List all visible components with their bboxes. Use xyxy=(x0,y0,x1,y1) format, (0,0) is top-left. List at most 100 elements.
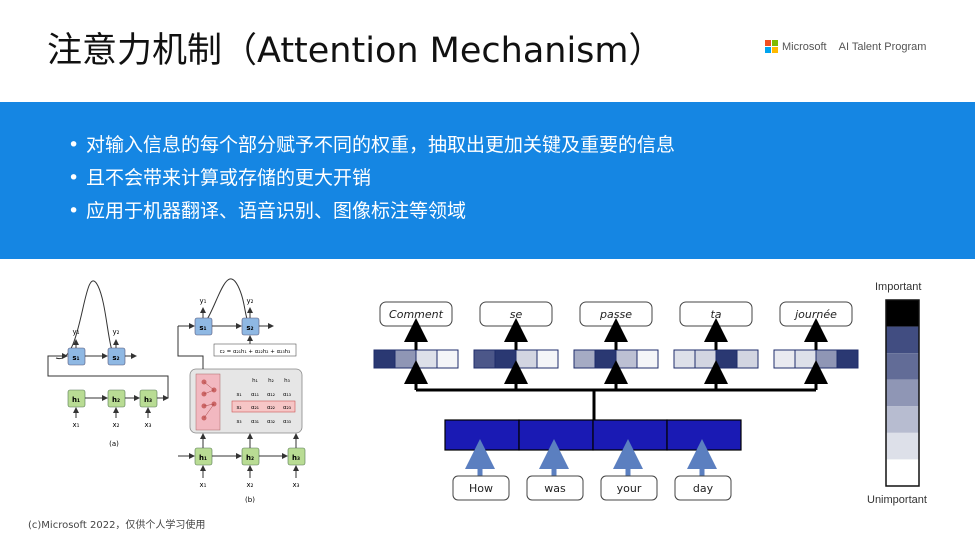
output-word: passe xyxy=(599,308,632,321)
attention-weight-cell xyxy=(773,349,796,369)
b-y2: y₂ xyxy=(247,297,254,305)
importance-scale xyxy=(885,299,920,487)
svg-text:s₃: s₃ xyxy=(236,419,241,425)
panel-b-caption: (b) xyxy=(245,496,255,504)
scale-level xyxy=(886,432,919,460)
svg-text:α₁₃: α₁₃ xyxy=(283,392,291,398)
scale-bottom-label: Unimportant xyxy=(867,494,927,506)
attention-weight-cell xyxy=(536,349,559,369)
attention-weight-cell xyxy=(515,349,538,369)
attention-weight-cell xyxy=(715,349,738,369)
svg-text:h₃: h₃ xyxy=(284,378,290,384)
page-title: 注意力机制（Attention Mechanism） xyxy=(47,31,664,71)
svg-text:α₃₁: α₃₁ xyxy=(251,419,259,425)
b-h3: h₃ xyxy=(292,454,300,462)
b-x1: x₁ xyxy=(200,481,207,489)
input-word: day xyxy=(693,482,714,495)
encoder-cell xyxy=(666,419,742,451)
scale-level xyxy=(886,353,919,380)
input-word: How xyxy=(469,482,493,495)
attention-weight-cell xyxy=(794,349,817,369)
attention-weight-cell xyxy=(836,349,859,369)
encoder-cell xyxy=(518,419,594,451)
svg-text:α₂₂: α₂₂ xyxy=(267,405,275,411)
a-x3: x₃ xyxy=(145,421,152,429)
b-s1: s₁ xyxy=(199,324,206,332)
scale-level xyxy=(886,459,919,486)
output-column: ta xyxy=(673,301,759,390)
attention-rnn-figure: s₁ s₂ y₁ y₂ h₁ h₂ h₃ x₁ x₂ x₃ (a) y₁ y₂ … xyxy=(47,278,306,504)
svg-text:s₂: s₂ xyxy=(236,405,241,411)
panel-a-caption: (a) xyxy=(109,440,119,448)
b-s2: s₂ xyxy=(246,324,253,332)
a-y2: y₂ xyxy=(113,328,120,336)
attention-weight-cell xyxy=(473,349,496,369)
svg-text:α₃₃: α₃₃ xyxy=(283,419,291,425)
attention-weight-cell xyxy=(694,349,717,369)
a-h2: h₂ xyxy=(112,396,120,404)
microsoft-grid-icon xyxy=(765,40,778,53)
encoder-cell xyxy=(592,419,668,451)
context-formula: c₂ = α₂₁h₁ + α₂₂h₂ + α₂₃h₃ xyxy=(220,349,291,355)
scale-level xyxy=(886,300,919,327)
footer-note: (c)Microsoft 2022，仅供个人学习使用 xyxy=(28,520,206,531)
a-x2: x₂ xyxy=(113,421,120,429)
attention-weight-cell xyxy=(673,349,696,369)
output-word: journée xyxy=(793,308,837,321)
output-word: ta xyxy=(710,308,721,321)
output-word: se xyxy=(510,308,523,321)
bullet-item: • 且不会带来计算或存储的更大开销 xyxy=(68,167,372,189)
svg-text:h₂: h₂ xyxy=(268,378,274,384)
svg-text:α₁₁: α₁₁ xyxy=(251,392,259,398)
a-h3: h₃ xyxy=(144,396,152,404)
output-word: Comment xyxy=(389,308,444,321)
svg-text:α₃₂: α₃₂ xyxy=(267,419,275,425)
scale-level xyxy=(886,379,919,407)
output-column: passe xyxy=(573,301,659,390)
scale-level xyxy=(886,326,919,354)
panel-b: y₁ y₂ s₁ s₂ c₂ = α₂₁h₁ + α₂₂h₂ + α₂₃h₃ h… xyxy=(177,278,306,504)
attention-weight-cell xyxy=(615,349,638,369)
a-h1: h₁ xyxy=(72,396,80,404)
b-x3: x₃ xyxy=(293,481,300,489)
b-y1: y₁ xyxy=(200,297,207,305)
microsoft-logo: Microsoft AI Talent Program xyxy=(765,40,926,53)
bullet-item: • 应用于机器翻译、语音识别、图像标注等领域 xyxy=(68,200,467,222)
b-x2: x₂ xyxy=(247,481,254,489)
panel-a: s₁ s₂ y₁ y₂ h₁ h₂ h₃ x₁ x₂ x₃ (a) xyxy=(47,280,169,448)
scale-level xyxy=(886,406,919,433)
scale-top-label: Important xyxy=(875,281,922,293)
a-y1: y₁ xyxy=(73,328,80,336)
a-s1: s₁ xyxy=(72,354,79,362)
a-s2: s₂ xyxy=(112,354,119,362)
a-x1: x₁ xyxy=(73,421,80,429)
bullet-list: • 对输入信息的每个部分赋予不同的权重，抽取出更加关键及重要的信息 • 且不会带来计… xyxy=(68,130,675,229)
attention-weight-cell xyxy=(394,349,417,369)
svg-text:α₂₃: α₂₃ xyxy=(283,405,291,411)
output-column: Comment xyxy=(373,301,459,390)
attention-weight-cell xyxy=(373,349,396,369)
logo-brand: Microsoft xyxy=(782,40,827,53)
b-h2: h₂ xyxy=(246,454,254,462)
attention-weight-cell xyxy=(594,349,617,369)
svg-text:α₂₁: α₂₁ xyxy=(251,405,259,411)
output-column: journée xyxy=(773,301,859,390)
attention-weight-cell xyxy=(494,349,517,369)
input-word: your xyxy=(617,482,642,495)
attention-weight-cell xyxy=(736,349,759,369)
attention-weight-cell xyxy=(436,349,459,369)
attention-weight-cell xyxy=(573,349,596,369)
svg-text:h₁: h₁ xyxy=(252,378,258,384)
encoder-cell xyxy=(444,419,520,451)
attention-weight-cell xyxy=(636,349,659,369)
attention-weight-cell xyxy=(815,349,838,369)
svg-text:s₁: s₁ xyxy=(236,392,241,398)
input-word: was xyxy=(544,482,566,495)
translation-attention-diagram: Comment se passe ta journée How was your day xyxy=(373,301,859,501)
logo-program: AI Talent Program xyxy=(838,40,927,53)
bullet-item: • 对输入信息的每个部分赋予不同的权重，抽取出更加关键及重要的信息 xyxy=(68,134,676,156)
b-h1: h₁ xyxy=(199,454,207,462)
attention-weight-cell xyxy=(415,349,438,369)
output-column: se xyxy=(473,301,559,390)
svg-text:α₁₂: α₁₂ xyxy=(267,392,275,398)
